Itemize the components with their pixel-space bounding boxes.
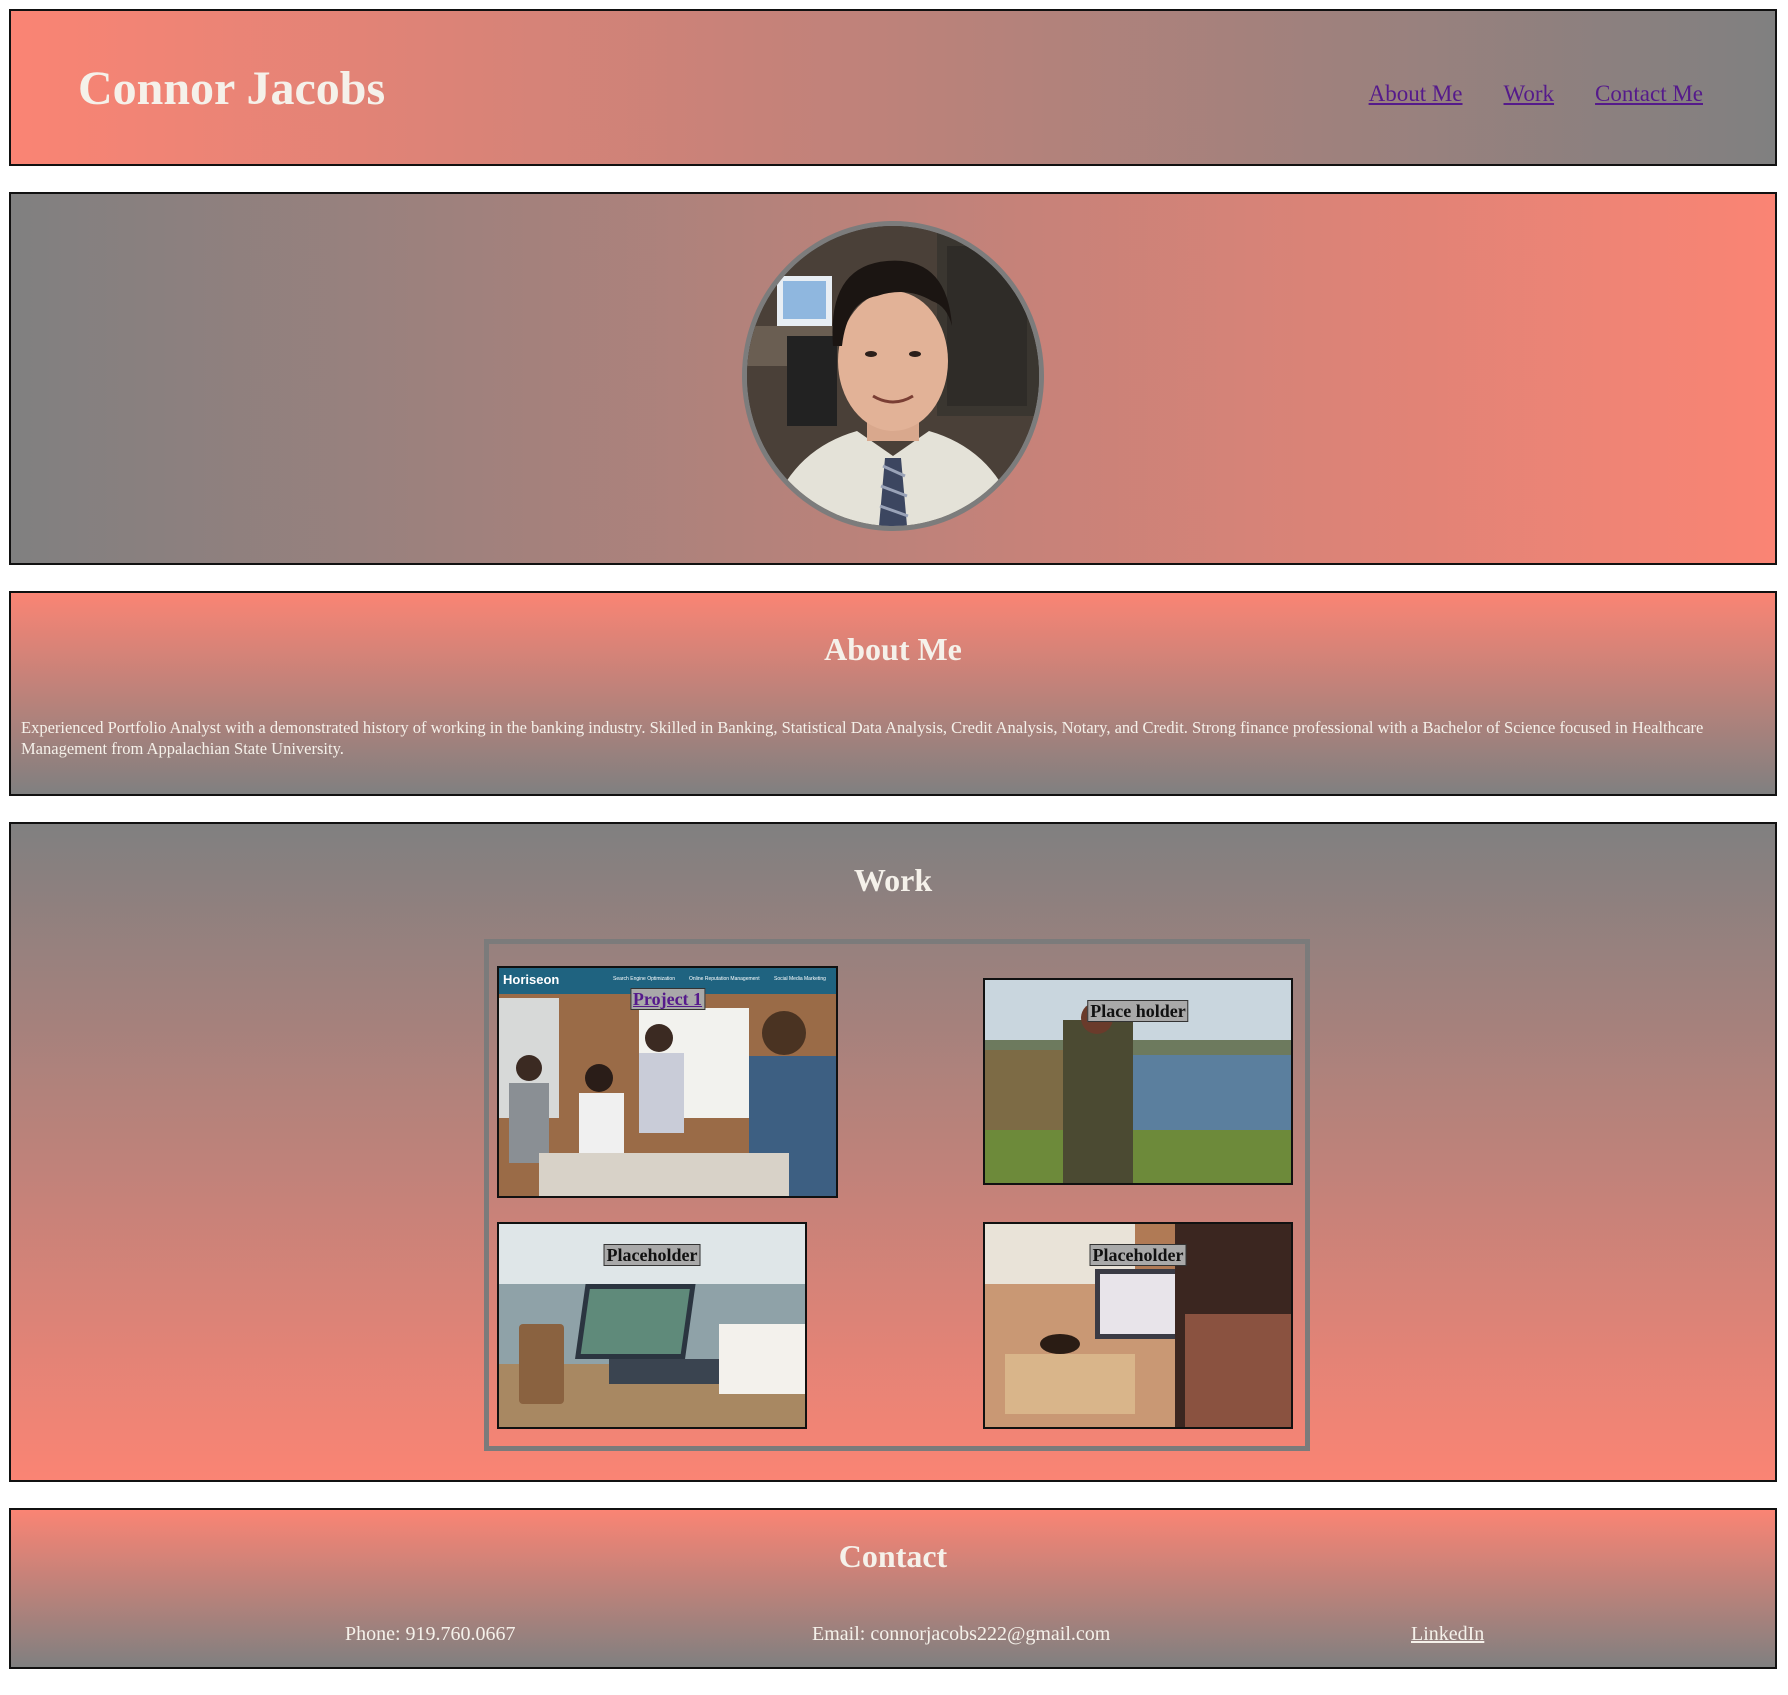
- contact-heading: Contact: [838, 1538, 948, 1574]
- profile-photo-illustration: [747, 226, 1039, 526]
- project-card-2[interactable]: Place holder: [983, 978, 1293, 1185]
- project-4-label: Placeholder: [1089, 1244, 1187, 1266]
- work-gallery: Horiseon Search Engine Optimization Onli…: [484, 939, 1310, 1451]
- horiseon-brand: Horiseon: [503, 972, 560, 987]
- project-2-label: Place holder: [1087, 1000, 1189, 1022]
- project-card-4[interactable]: Placeholder: [983, 1222, 1293, 1429]
- project-1-link[interactable]: Project 1: [629, 988, 706, 1010]
- hero-section: [9, 192, 1777, 565]
- nav-link-about[interactable]: About Me: [1369, 81, 1463, 107]
- horiseon-nav-1: Search Engine Optimization: [613, 976, 675, 982]
- about-section: About Me Experienced Portfolio Analyst w…: [9, 591, 1777, 796]
- contact-section: Contact Phone: 919.760.0667 Email: conno…: [9, 1508, 1777, 1669]
- about-heading: About Me: [824, 631, 962, 667]
- work-heading: Work: [853, 862, 933, 898]
- project-3-label: Placeholder: [603, 1244, 701, 1266]
- profile-avatar: [742, 221, 1044, 531]
- work-section: Work Horiseon Search Engine Optimization…: [9, 822, 1777, 1482]
- nav-link-contact[interactable]: Contact Me: [1595, 81, 1703, 107]
- site-title: Connor Jacobs: [78, 62, 386, 115]
- nav-link-work[interactable]: Work: [1504, 81, 1555, 107]
- horiseon-nav-2: Online Reputation Management: [689, 976, 760, 982]
- project-card-1[interactable]: Horiseon Search Engine Optimization Onli…: [497, 966, 838, 1198]
- contact-email: Email: connorjacobs222@gmail.com: [812, 1623, 1111, 1645]
- project-card-3[interactable]: Placeholder: [497, 1222, 807, 1429]
- contact-phone: Phone: 919.760.0667: [345, 1623, 516, 1645]
- linkedin-link[interactable]: LinkedIn: [1411, 1623, 1484, 1646]
- main-nav: About Me Work Contact Me: [1369, 81, 1703, 107]
- about-text: Experienced Portfolio Analyst with a dem…: [21, 718, 1704, 758]
- site-header: Connor Jacobs About Me Work Contact Me: [9, 9, 1777, 166]
- horiseon-nav-3: Social Media Marketing: [774, 976, 826, 982]
